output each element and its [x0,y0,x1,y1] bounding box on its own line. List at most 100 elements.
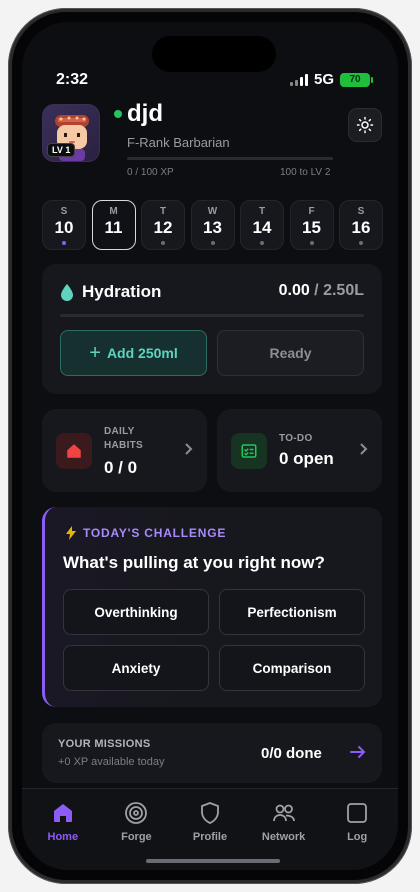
app-screen: 2:32 5G 70 LV 1 djd F-Rank Barbarian 0 /… [22,22,398,870]
todays-challenge-card: TODAY'S CHALLENGE What's pulling at you … [42,507,382,707]
hydration-goal: 2.50L [323,282,364,299]
day-button[interactable]: W 13 [190,200,235,250]
day-button[interactable]: T 14 [240,200,284,250]
add-water-label: Add 250ml [106,345,178,361]
arrow-right-icon [350,746,366,758]
day-letter: F [308,206,315,217]
challenge-option-anxiety[interactable]: Anxiety [63,645,209,691]
hydration-title: Hydration [82,282,162,301]
habits-label: DAILY HABITS [104,426,144,451]
sun-icon [356,116,374,134]
lightning-icon [66,526,76,540]
level-badge: LV 1 [47,143,76,157]
habits-value: 0 / 0 [104,458,138,477]
theme-toggle-button[interactable] [348,108,382,142]
water-drop-icon [61,284,73,301]
dynamic-island [152,36,276,72]
day-button-selected[interactable]: M 11 [91,200,136,250]
day-number: 11 [104,218,123,237]
chevron-right-icon [360,443,368,455]
add-water-button[interactable]: + Add 250ml [60,330,207,376]
challenge-tag-label: TODAY'S CHALLENGE [83,526,227,540]
daily-habits-card[interactable]: DAILY HABITS 0 / 0 [42,409,207,492]
missions-subtitle: +0 XP available today [58,756,165,768]
day-button[interactable]: F 15 [289,200,334,250]
day-number: 10 [54,218,74,237]
missions-progress: 0/0 done [261,745,322,762]
tab-label: Forge [121,831,152,843]
day-letter: S [60,206,68,217]
todo-icon-box [231,433,267,469]
challenge-option-overthinking[interactable]: Overthinking [63,589,209,635]
day-letter: W [207,206,218,217]
habits-icon-box [56,433,92,469]
user-rank: F-Rank Barbarian [127,135,230,150]
chevron-right-icon [185,443,193,455]
day-letter: M [109,206,118,217]
challenge-tag: TODAY'S CHALLENGE [65,526,226,540]
todo-value: 0 open [279,449,334,468]
status-time: 2:32 [56,71,89,88]
hydration-card: Hydration 0.00 / 2.50L + Add 250ml Ready [42,264,382,394]
week-day-selector: S 10 M 11 T 12 W 13 T 14 F 15 S 16 [42,200,383,250]
home-indicator [146,859,280,863]
day-number: 15 [302,218,321,237]
ready-button[interactable]: Ready [217,330,364,376]
day-number: 16 [351,218,371,237]
target-icon [125,802,148,824]
tab-network[interactable]: Network [247,789,321,870]
day-number: 14 [252,218,272,237]
bottom-tab-bar: Home Forge Profile Network Log [22,788,398,870]
tab-label: Network [261,831,306,843]
online-status-dot [114,110,122,118]
phone-bezel: 2:32 5G 70 LV 1 djd F-Rank Barbarian 0 /… [12,12,408,880]
challenge-option-comparison[interactable]: Comparison [219,645,365,691]
day-letter: T [258,206,266,217]
day-activity-dot [260,241,264,245]
home-icon [67,444,81,458]
status-bar: 2:32 5G 70 [22,70,398,92]
day-activity-dot [210,241,215,245]
tab-home[interactable]: Home [26,789,100,870]
day-letter: T [159,206,167,217]
tab-label: Log [347,831,368,843]
tab-log[interactable]: Log [320,789,394,870]
battery-icon: 70 [340,73,373,87]
network-type: 5G [314,71,335,88]
hydration-current: 0.00 [278,282,310,299]
phone-frame: 2:32 5G 70 LV 1 djd F-Rank Barbarian 0 /… [8,8,412,884]
day-activity-dot [62,241,66,245]
tab-label: Profile [192,831,228,843]
checklist-icon [241,444,257,458]
shield-icon [201,802,219,824]
avatar[interactable]: LV 1 [42,104,100,162]
missions-card[interactable]: YOUR MISSIONS +0 XP available today 0/0 … [42,723,382,783]
xp-progress-bar [127,157,333,160]
todo-label: TO-DO [279,433,313,444]
xp-progress-text: 0 / 100 XP [127,167,174,178]
username: djd [127,100,163,127]
missions-title: YOUR MISSIONS [58,738,151,750]
plus-icon: + [89,342,101,364]
day-number: 12 [153,218,173,237]
tab-forge[interactable]: Forge [100,789,174,870]
challenge-option-perfectionism[interactable]: Perfectionism [219,589,365,635]
day-number: 13 [203,218,222,237]
day-activity-dot [309,241,314,245]
day-button[interactable]: S 16 [339,200,383,250]
signal-icon [290,74,308,86]
todo-card[interactable]: TO-DO 0 open [217,409,382,492]
square-icon [347,803,368,823]
xp-to-next-level: 100 to LV 2 [280,167,331,178]
users-icon [272,804,295,822]
home-icon [53,804,72,822]
hydration-separator: / [309,282,324,299]
day-button[interactable]: T 12 [141,200,185,250]
challenge-question: What's pulling at you right now? [63,553,325,572]
tab-profile[interactable]: Profile [173,789,247,870]
day-button[interactable]: S 10 [42,200,86,250]
day-activity-dot [161,241,165,245]
day-activity-dot [359,241,363,245]
tab-label: Home [47,831,79,843]
day-letter: S [357,206,365,217]
